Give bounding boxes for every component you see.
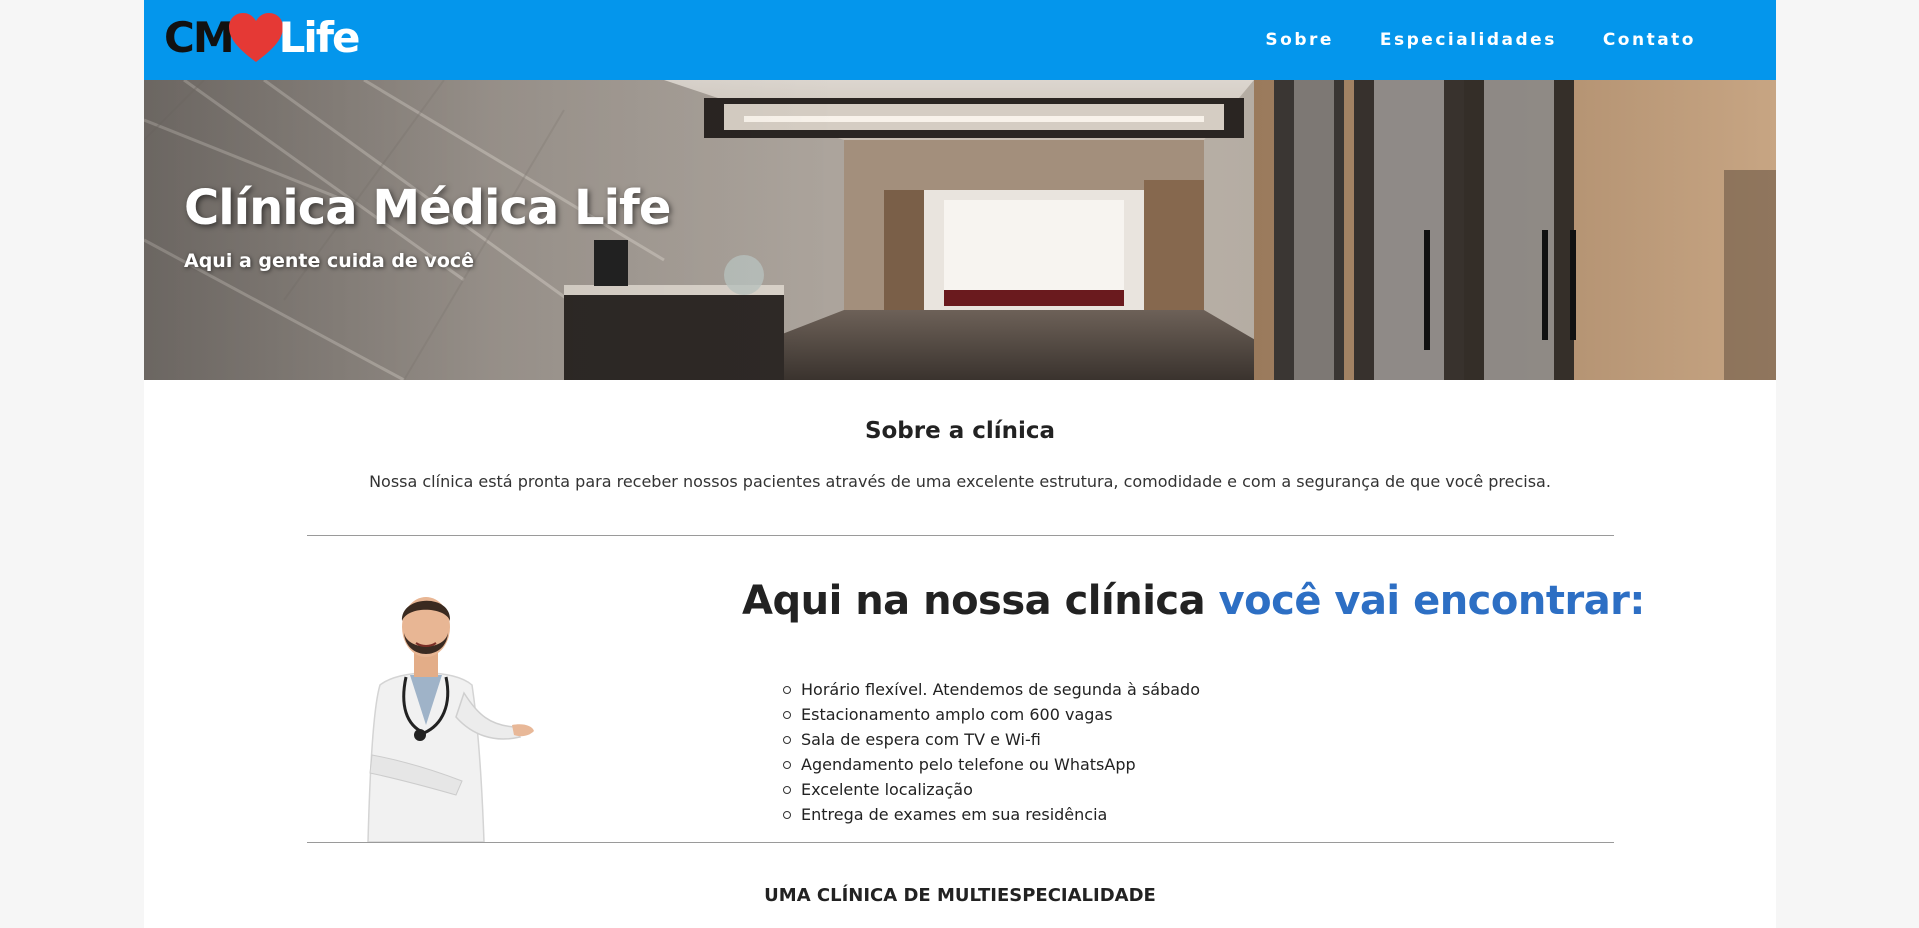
list-item: Estacionamento amplo com 600 vagas (783, 702, 1200, 727)
logo-text-life: Life (278, 13, 361, 62)
site-header: CM Life Sobre Especialidades Contato (144, 0, 1776, 80)
features-title: Aqui na nossa clínica você vai encontrar… (742, 578, 1645, 624)
features-list: Horário flexível. Atendemos de segunda à… (781, 677, 1200, 827)
section-divider (307, 842, 1614, 843)
heart-icon (227, 12, 285, 64)
hero-banner: Clínica Médica Life Aqui a gente cuida d… (144, 80, 1776, 380)
list-item: Agendamento pelo telefone ou WhatsApp (783, 752, 1200, 777)
list-item: Sala de espera com TV e Wi-fi (783, 727, 1200, 752)
list-item: Entrega de exames em sua residência (783, 802, 1200, 827)
hero-title: Clínica Médica Life (184, 180, 671, 236)
multispecialty-title: UMA CLÍNICA DE MULTIESPECIALIDADE (764, 885, 1156, 906)
main-nav: Sobre Especialidades Contato (1265, 0, 1696, 80)
section-divider (307, 535, 1614, 536)
logo[interactable]: CM Life (164, 8, 361, 68)
list-item: Excelente localização (783, 777, 1200, 802)
about-section-title: Sobre a clínica (864, 418, 1056, 444)
logo-text-cm: CM (164, 13, 235, 62)
features-title-accent: você vai encontrar: (1218, 578, 1646, 624)
nav-link-contato[interactable]: Contato (1603, 30, 1696, 50)
doctor-photo (367, 597, 534, 842)
page: CM Life Sobre Especialidades Contato Clí… (144, 0, 1776, 928)
about-section-text: Nossa clínica está pronta para receber n… (369, 472, 1551, 491)
nav-link-sobre[interactable]: Sobre (1265, 30, 1334, 50)
features-title-part1: Aqui na nossa clínica (742, 578, 1219, 624)
hero-subtitle: Aqui a gente cuida de você (184, 250, 475, 272)
nav-link-especialidades[interactable]: Especialidades (1380, 30, 1557, 50)
list-item: Horário flexível. Atendemos de segunda à… (783, 677, 1200, 702)
